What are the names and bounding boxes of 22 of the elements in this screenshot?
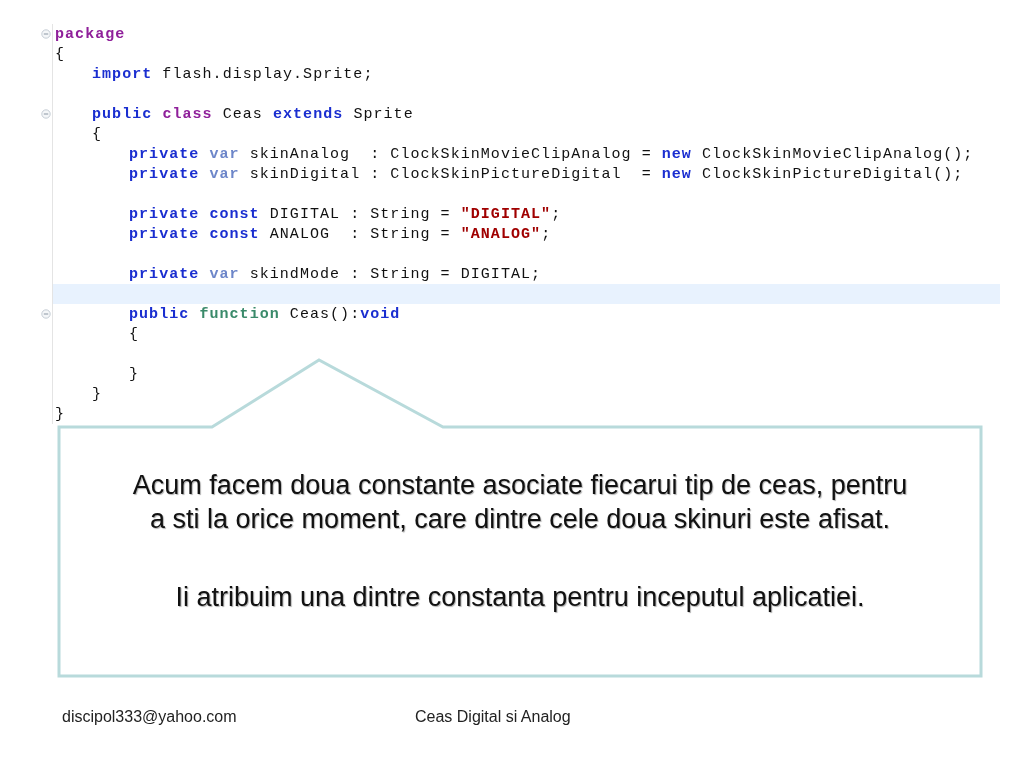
code-line: } bbox=[129, 365, 140, 383]
code-line: private var skindMode : String = DIGITAL; bbox=[129, 265, 542, 283]
code-line: private var skinDigital : ClockSkinPictureDigital = new ClockSkinPictureDigital(); bbox=[129, 165, 964, 183]
slide-footer-title: Ceas Digital si Analog bbox=[415, 708, 571, 726]
code-line: private var skinAnalog : ClockSkinMovieClipAnalog = new ClockSkinMovieClipAnalog(); bbox=[129, 145, 974, 163]
fold-collapse-icon[interactable] bbox=[41, 309, 51, 319]
code-line: public function Ceas():void bbox=[129, 305, 401, 323]
code-line: private const ANALOG : String = "ANALOG"; bbox=[129, 225, 552, 243]
code-line: } bbox=[92, 385, 103, 403]
code-line: { bbox=[55, 45, 66, 63]
fold-collapse-icon[interactable] bbox=[41, 109, 51, 119]
callout-text: Acum facem doua constante asociate fiecarui tip de ceas, pentru a sti la orice moment, care dintre cele doua skinuri este afisat. bbox=[131, 469, 909, 536]
code-line: { bbox=[129, 325, 140, 343]
code-line: private const DIGITAL : String = "DIGITAL"; bbox=[129, 205, 562, 223]
code-line: } bbox=[55, 405, 66, 423]
code-line: public class Ceas extends Sprite bbox=[92, 105, 414, 123]
code-line: import flash.display.Sprite; bbox=[92, 65, 374, 83]
author-email: discipol333@yahoo.com bbox=[62, 708, 237, 726]
callout-text: Ii atribuim una dintre constanta pentru inceputul aplicatiei. bbox=[174, 581, 866, 614]
code-line: package bbox=[55, 25, 126, 43]
fold-collapse-icon[interactable] bbox=[41, 29, 51, 39]
code-line: { bbox=[92, 125, 103, 143]
